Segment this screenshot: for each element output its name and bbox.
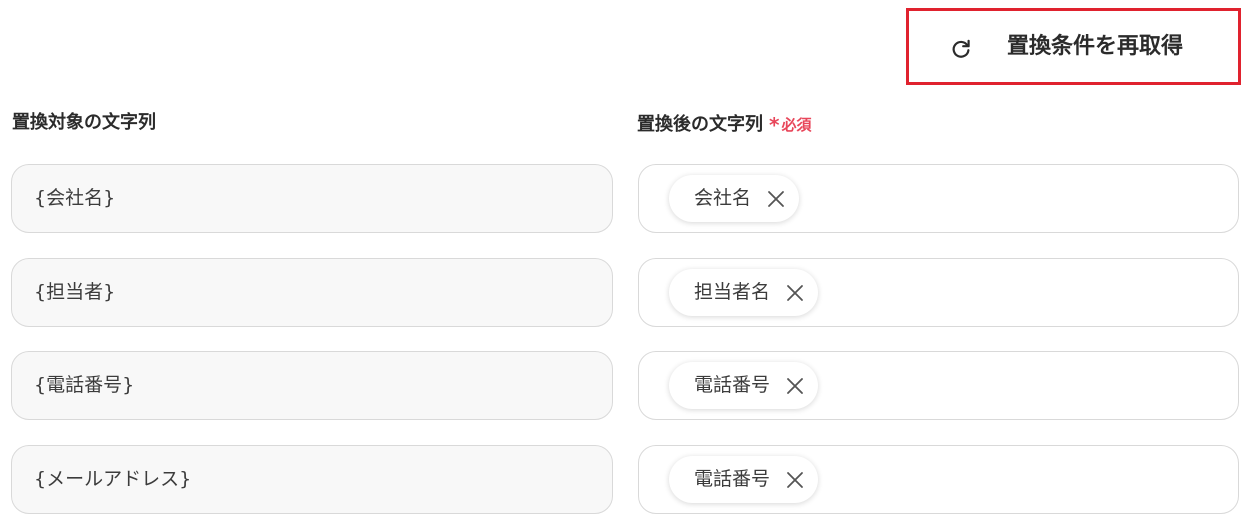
chip-label: 担当者名 <box>694 281 771 303</box>
target-field-2[interactable]: {担当者} <box>11 258 613 327</box>
refresh-button-label: 置換条件を再取得 <box>1007 34 1184 59</box>
chip-label: 電話番号 <box>694 468 771 490</box>
replacement-chip: 担当者名 <box>669 269 819 316</box>
target-value: {メールアドレス} <box>34 468 192 490</box>
close-icon[interactable] <box>784 469 806 491</box>
replacement-field-1[interactable]: 会社名 <box>638 164 1239 233</box>
replacement-column-header: 置換後の文字列 * 必須 <box>637 110 812 137</box>
refresh-conditions-button[interactable]: 置換条件を再取得 <box>906 8 1241 85</box>
replacement-field-3[interactable]: 電話番号 <box>638 351 1239 420</box>
replacement-field-2[interactable]: 担当者名 <box>638 258 1239 327</box>
required-mark: * <box>769 113 780 137</box>
close-icon[interactable] <box>784 375 806 397</box>
refresh-icon <box>952 39 970 58</box>
replacement-column-label: 置換後の文字列 <box>637 114 763 135</box>
target-field-3[interactable]: {電話番号} <box>11 351 613 420</box>
target-field-4[interactable]: {メールアドレス} <box>11 445 613 514</box>
replacement-field-4[interactable]: 電話番号 <box>638 445 1239 514</box>
target-value: {会社名} <box>34 187 116 209</box>
close-icon[interactable] <box>784 282 806 304</box>
chip-label: 電話番号 <box>694 374 771 396</box>
target-column-label: 置換対象の文字列 <box>12 112 156 133</box>
target-field-1[interactable]: {会社名} <box>11 164 613 233</box>
required-badge: 必須 <box>781 116 812 134</box>
chip-label: 会社名 <box>694 187 752 209</box>
replacement-chip: 電話番号 <box>669 362 819 409</box>
close-icon[interactable] <box>765 188 787 210</box>
target-value: {担当者} <box>34 281 116 303</box>
replacement-chip: 電話番号 <box>669 456 819 503</box>
replacement-chip: 会社名 <box>669 175 800 222</box>
target-value: {電話番号} <box>34 374 135 396</box>
